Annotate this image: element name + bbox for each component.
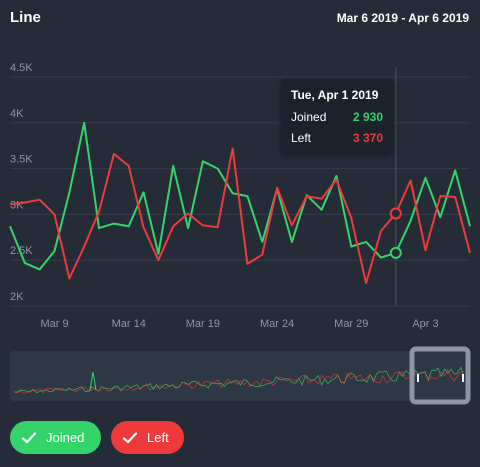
navigator-track	[10, 351, 469, 401]
legend-left-label: Left	[147, 430, 169, 445]
grid-lines	[10, 76, 470, 307]
navigator	[10, 346, 471, 405]
hover-marker-left	[389, 207, 402, 220]
y-tick-label: 4.5K	[10, 62, 33, 74]
x-tick-label: Mar 19	[186, 318, 220, 330]
y-tick-label: 4K	[10, 108, 24, 120]
tooltip-date: Tue, Apr 1 2019	[291, 88, 379, 102]
line-chart: 4.5K4K3.5K3K2.5K2K Mar 9 Mar 14 Mar 19 Mar …	[9, 62, 471, 405]
x-axis-ticks: Mar 9 Mar 14 Mar 19 Mar 24 Mar 29 Apr 3	[40, 318, 438, 330]
x-tick-label: Mar 29	[334, 318, 368, 330]
x-tick-label: Mar 24	[260, 318, 294, 330]
tooltip-joined-value: 2 930	[352, 110, 383, 124]
hover-marker-joined	[389, 246, 402, 259]
tooltip-joined-row: Joined 2 930	[291, 110, 383, 126]
x-tick-label: Mar 14	[112, 318, 146, 330]
tooltip-left-label: Left	[291, 131, 312, 145]
check-icon	[122, 431, 138, 443]
tooltip-joined-label: Joined	[291, 110, 327, 124]
x-tick-label: Apr 3	[412, 318, 438, 330]
legend-toggle-left[interactable]: Left	[111, 421, 184, 454]
tooltip: Tue, Apr 1 2019 Joined 2 930 Left 3 370	[281, 79, 393, 153]
y-tick-label: 3K	[10, 199, 24, 211]
tooltip-left-row: Left 3 370	[291, 131, 383, 147]
legend-joined-label: Joined	[46, 430, 85, 445]
y-axis-ticks: 4.5K4K3.5K3K2.5K2K	[10, 62, 33, 303]
x-tick-label: Mar 9	[40, 318, 68, 330]
tooltip-left-value: 3 370	[352, 131, 383, 145]
y-tick-label: 3.5K	[10, 154, 33, 166]
series-line-joined	[9, 121, 471, 271]
legend-toggle-joined[interactable]: Joined	[10, 421, 101, 454]
y-tick-label: 2K	[10, 291, 24, 303]
check-icon	[21, 431, 37, 443]
series-lines	[9, 121, 471, 285]
navigator-handle-right[interactable]	[462, 374, 464, 382]
navigator-handle-left[interactable]	[417, 374, 419, 382]
